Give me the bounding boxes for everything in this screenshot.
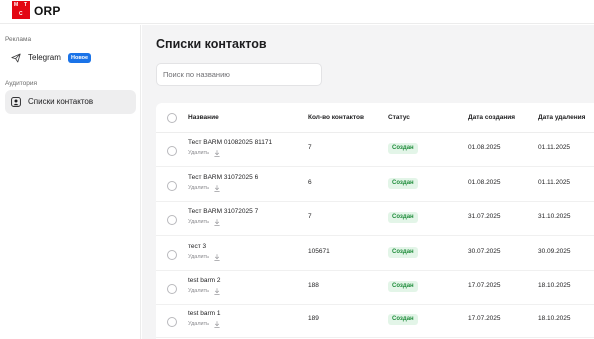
sidebar-item-telegram[interactable]: Telegram Новое bbox=[5, 46, 136, 70]
row-checkbox[interactable] bbox=[167, 250, 177, 260]
table-row[interactable]: тест 3 Удалить 105671 Создан 30.07.2025 … bbox=[156, 237, 594, 271]
deletion-date: 31.10.2025 bbox=[538, 213, 571, 220]
sidebar-item-label: Списки контактов bbox=[28, 97, 94, 106]
status-badge: Создан bbox=[388, 247, 418, 258]
list-name[interactable]: Тест BARM 01082025 81171 bbox=[188, 139, 272, 146]
contact-count: 6 bbox=[308, 179, 312, 186]
table-header: Название Кол-во контактов Статус Дата со… bbox=[156, 103, 594, 133]
contact-count: 105671 bbox=[308, 248, 330, 255]
status-badge: Создан bbox=[388, 281, 418, 292]
row-checkbox[interactable] bbox=[167, 215, 177, 225]
main-content: Списки контактов Название Кол-во контакт… bbox=[142, 25, 594, 339]
table-row[interactable]: test barm 1 Удалить 189 Создан 17.07.202… bbox=[156, 304, 594, 338]
list-name[interactable]: Тест BARM 31072025 6 bbox=[188, 174, 258, 181]
table-row[interactable]: Тест BARM 31072025 7 Удалить 7 Создан 31… bbox=[156, 202, 594, 236]
status-badge: Создан bbox=[388, 212, 418, 223]
deletion-date: 18.10.2025 bbox=[538, 282, 571, 289]
row-checkbox[interactable] bbox=[167, 146, 177, 156]
contact-count: 188 bbox=[308, 282, 319, 289]
row-checkbox[interactable] bbox=[167, 181, 177, 191]
contact-lists-table: Название Кол-во контактов Статус Дата со… bbox=[156, 103, 594, 339]
send-icon bbox=[11, 53, 21, 63]
delete-link[interactable]: Удалить bbox=[188, 254, 209, 260]
created-date: 01.08.2025 bbox=[468, 144, 501, 151]
sidebar-item-contact-lists[interactable]: Списки контактов bbox=[5, 90, 136, 114]
sidebar: Реклама Telegram Новое Аудитория Списки … bbox=[0, 25, 141, 339]
deletion-date: 30.09.2025 bbox=[538, 248, 571, 255]
column-header-created[interactable]: Дата создания bbox=[468, 114, 515, 121]
mts-logo[interactable]: М Т С bbox=[12, 1, 30, 19]
logo-letter-s: С bbox=[19, 11, 23, 17]
delete-link[interactable]: Удалить bbox=[188, 288, 209, 294]
created-date: 17.07.2025 bbox=[468, 315, 501, 322]
row-checkbox[interactable] bbox=[167, 317, 177, 327]
download-icon[interactable] bbox=[214, 219, 220, 226]
deletion-date: 18.10.2025 bbox=[538, 315, 571, 322]
delete-link[interactable]: Удалить bbox=[188, 321, 209, 327]
deletion-date: 01.11.2025 bbox=[538, 144, 571, 151]
status-badge: Создан bbox=[388, 143, 418, 154]
list-name[interactable]: test barm 2 bbox=[188, 277, 221, 284]
download-icon[interactable] bbox=[214, 254, 220, 261]
status-badge: Создан bbox=[388, 314, 418, 325]
download-icon[interactable] bbox=[214, 150, 220, 157]
column-header-name[interactable]: Название bbox=[188, 114, 219, 121]
column-header-deleted[interactable]: Дата удаления bbox=[538, 114, 585, 121]
contact-count: 7 bbox=[308, 144, 312, 151]
download-icon[interactable] bbox=[214, 288, 220, 295]
search-input[interactable] bbox=[156, 63, 322, 86]
deletion-date: 01.11.2025 bbox=[538, 179, 571, 186]
list-name[interactable]: тест 3 bbox=[188, 243, 206, 250]
logo-letter-t: Т bbox=[24, 2, 28, 8]
page-title: Списки контактов bbox=[156, 37, 267, 51]
column-header-count[interactable]: Кол-во контактов bbox=[308, 114, 364, 121]
app-name: ORP bbox=[34, 4, 61, 18]
list-name[interactable]: test barm 1 bbox=[188, 310, 221, 317]
delete-link[interactable]: Удалить bbox=[188, 150, 209, 156]
contact-count: 189 bbox=[308, 315, 319, 322]
new-badge: Новое bbox=[68, 53, 92, 63]
column-header-status[interactable]: Статус bbox=[388, 114, 410, 121]
delete-link[interactable]: Удалить bbox=[188, 185, 209, 191]
section-label-advertising: Реклама bbox=[5, 36, 32, 43]
contact-count: 7 bbox=[308, 213, 312, 220]
delete-link[interactable]: Удалить bbox=[188, 219, 209, 225]
created-date: 01.08.2025 bbox=[468, 179, 501, 186]
sidebar-item-label: Telegram bbox=[28, 53, 61, 62]
download-icon[interactable] bbox=[214, 321, 220, 328]
status-badge: Создан bbox=[388, 178, 418, 189]
select-all-checkbox[interactable] bbox=[167, 113, 177, 123]
created-date: 31.07.2025 bbox=[468, 213, 501, 220]
table-row[interactable]: Тест BARM 01082025 81171 Удалить 7 Созда… bbox=[156, 133, 594, 167]
table-row[interactable]: Тест BARM 31072025 6 Удалить 6 Создан 01… bbox=[156, 168, 594, 202]
list-name[interactable]: Тест BARM 31072025 7 bbox=[188, 208, 258, 215]
row-checkbox[interactable] bbox=[167, 284, 177, 294]
created-date: 30.07.2025 bbox=[468, 248, 501, 255]
table-row[interactable]: test barm 2 Удалить 188 Создан 17.07.202… bbox=[156, 271, 594, 305]
created-date: 17.07.2025 bbox=[468, 282, 501, 289]
download-icon[interactable] bbox=[214, 185, 220, 192]
top-bar: М Т С ORP bbox=[0, 0, 594, 24]
logo-letter-m: М bbox=[14, 2, 19, 8]
contacts-icon bbox=[11, 97, 21, 107]
section-label-audience: Аудитория bbox=[5, 80, 38, 87]
